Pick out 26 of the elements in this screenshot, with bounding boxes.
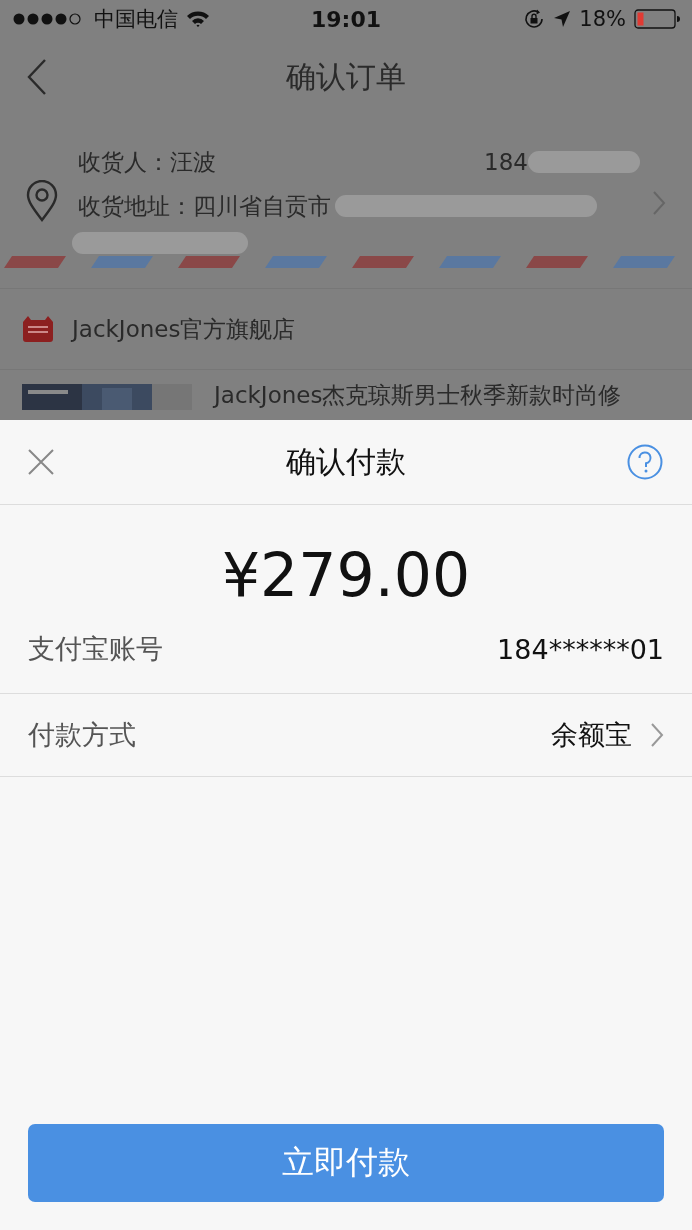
phone-number: 184	[484, 149, 528, 175]
location-arrow-icon	[553, 10, 572, 28]
address-text: 收货地址：四川省自贡市	[78, 191, 331, 221]
rotation-lock-icon	[523, 8, 546, 30]
payment-amount: ¥279.00	[220, 539, 472, 612]
receiver-name: 收货人：汪波	[78, 147, 216, 177]
row-value: 184******01	[497, 633, 664, 665]
back-icon[interactable]	[26, 58, 48, 96]
clock-time: 19:01	[311, 6, 381, 32]
battery-percent: 18%	[579, 7, 626, 31]
row-label: 支付宝账号	[28, 632, 163, 666]
help-icon[interactable]	[627, 444, 663, 480]
cat-logo-icon	[22, 316, 54, 342]
sheet-title: 确认付款	[286, 442, 406, 481]
chevron-icon[interactable]	[650, 722, 664, 748]
row-label: 付款方式	[28, 718, 136, 752]
wifi-icon	[186, 10, 210, 28]
close-icon[interactable]	[28, 449, 54, 475]
page-title: 确认订单	[286, 57, 406, 96]
store-name: JackJones官方旗舰店	[72, 314, 296, 344]
battery-icon	[634, 9, 680, 29]
row-value: 余额宝	[551, 718, 632, 752]
product-title: JackJones杰克琼斯男士秋季新款时尚修	[214, 381, 622, 410]
location-pin-icon	[26, 180, 58, 222]
carrier-name: 中国电信	[94, 6, 178, 33]
payment-method-row[interactable]: 付款方式 余额宝	[0, 694, 692, 777]
